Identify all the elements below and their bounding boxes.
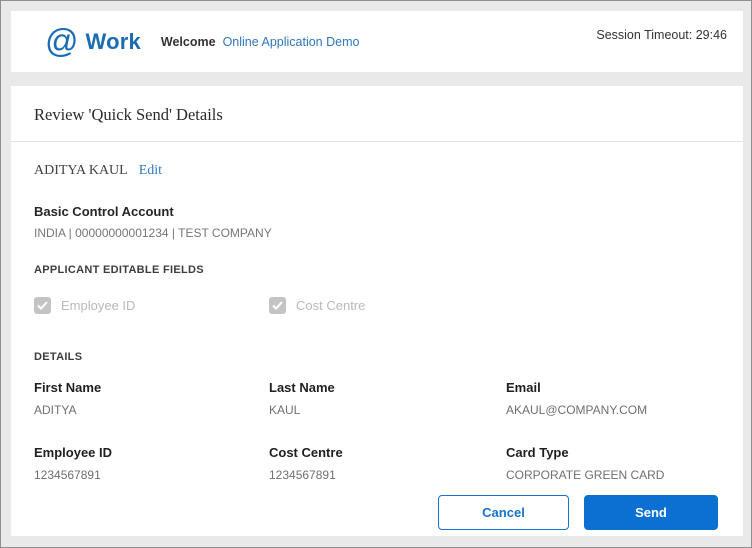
- header-bar: @ Work Welcome Online Application Demo S…: [11, 11, 743, 72]
- basic-control-account-value: INDIA | 00000000001234 | TEST COMPANY: [34, 226, 272, 240]
- checkbox-label: Employee ID: [61, 298, 136, 313]
- editable-field-employee-id: Employee ID: [34, 297, 269, 314]
- field-label: Card Type: [506, 445, 569, 460]
- footer-actions: Cancel Send: [438, 495, 718, 530]
- field-value: KAUL: [269, 403, 301, 417]
- cancel-button[interactable]: Cancel: [438, 495, 569, 530]
- session-timeout: Session Timeout: 29:46: [596, 28, 727, 42]
- field-value: CORPORATE GREEN CARD: [506, 468, 665, 482]
- field-value: 1234567891: [34, 468, 101, 482]
- send-button[interactable]: Send: [584, 495, 718, 530]
- field-cost-centre: Cost Centre 1234567891: [269, 445, 506, 482]
- field-label: Last Name: [269, 380, 335, 395]
- at-symbol-icon: @: [45, 22, 79, 59]
- welcome-area: Welcome Online Application Demo: [161, 35, 360, 49]
- field-label: Employee ID: [34, 445, 113, 460]
- field-value: AKAUL@COMPANY.COM: [506, 403, 648, 417]
- field-first-name: First Name ADITYA: [34, 380, 269, 417]
- applicant-name: ADITYA KAUL: [34, 163, 128, 178]
- field-value: ADITYA: [34, 403, 77, 417]
- welcome-label: Welcome: [160, 34, 216, 49]
- field-card-type: Card Type CORPORATE GREEN CARD: [506, 445, 718, 482]
- editable-field-cost-centre: Cost Centre: [269, 297, 718, 314]
- field-label: Email: [506, 380, 541, 395]
- applicant-name-row: ADITYA KAUL Edit: [34, 163, 718, 179]
- field-employee-id: Employee ID 1234567891: [34, 445, 269, 482]
- edit-link[interactable]: Edit: [139, 163, 162, 179]
- logo-text: Work: [85, 28, 141, 54]
- details-grid: First Name ADITYA Last Name KAUL Email A…: [34, 380, 718, 482]
- field-last-name: Last Name KAUL: [269, 380, 506, 417]
- field-value: 1234567891: [269, 468, 336, 482]
- field-email: Email AKAUL@COMPANY.COM: [506, 380, 718, 417]
- page-title-row: Review 'Quick Send' Details: [11, 86, 743, 142]
- review-card: Review 'Quick Send' Details ADITYA KAUL …: [11, 86, 743, 536]
- editable-fields-row: Employee ID Cost Centre: [34, 297, 718, 314]
- checkbox-checked-icon[interactable]: [34, 297, 51, 314]
- field-label: Cost Centre: [269, 445, 343, 460]
- online-application-demo-link[interactable]: Online Application Demo: [223, 35, 360, 49]
- details-heading: DETAILS: [34, 351, 83, 363]
- atwork-logo: @ Work: [45, 22, 141, 59]
- review-content: ADITYA KAUL Edit Basic Control Account I…: [11, 163, 743, 482]
- basic-control-account-label: Basic Control Account: [34, 204, 174, 219]
- checkbox-label: Cost Centre: [296, 298, 366, 313]
- checkbox-checked-icon[interactable]: [269, 297, 286, 314]
- applicant-editable-fields-heading: APPLICANT EDITABLE FIELDS: [34, 264, 204, 276]
- app-window: @ Work Welcome Online Application Demo S…: [0, 0, 752, 548]
- field-label: First Name: [34, 380, 102, 395]
- page-title: Review 'Quick Send' Details: [34, 105, 223, 124]
